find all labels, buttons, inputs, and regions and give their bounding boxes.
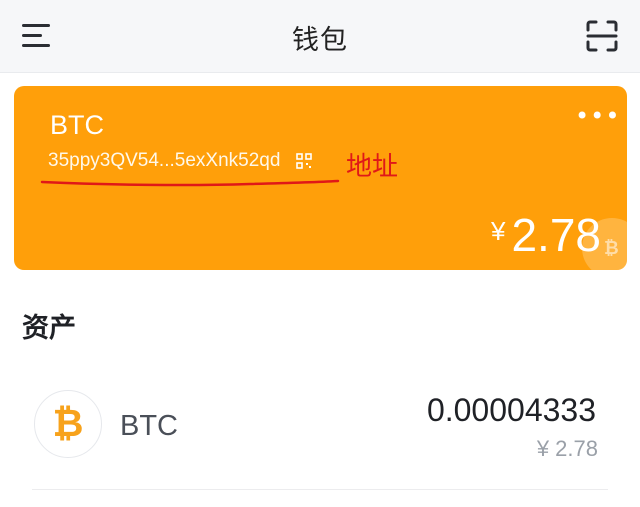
address-underline: [40, 179, 340, 187]
scan-icon[interactable]: [584, 18, 620, 54]
wallet-card[interactable]: BTC ••• 35ppy3QV54...5exXnk52qd 地址 ¥2.78…: [14, 86, 627, 270]
address-row: 35ppy3QV54...5exXnk52qd: [48, 150, 312, 176]
header: 钱包: [0, 0, 640, 73]
asset-name: BTC: [120, 410, 178, 442]
wallet-address[interactable]: 35ppy3QV54...5exXnk52qd: [48, 150, 280, 172]
divider: [32, 489, 608, 490]
page-title: 钱包: [292, 25, 348, 56]
more-icon[interactable]: •••: [575, 104, 619, 130]
asset-amount: 0.00004333: [426, 392, 596, 428]
assets-title: 资产: [22, 313, 76, 344]
bitcoin-icon: ₿: [34, 390, 102, 458]
qr-code-icon[interactable]: [295, 153, 312, 169]
currency-symbol: ¥: [491, 216, 506, 246]
asset-fiat-value: ¥ 2.78: [536, 436, 598, 461]
asset-row-btc[interactable]: ₿ BTC 0.00004333 ¥ 2.78: [0, 380, 640, 488]
wallet-coin-name: BTC: [50, 110, 104, 140]
address-annotation: 地址: [346, 152, 399, 182]
